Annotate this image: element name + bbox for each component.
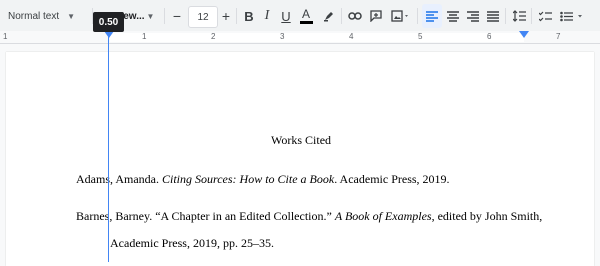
toolbar-divider	[417, 8, 418, 24]
toolbar-divider	[341, 8, 342, 24]
toolbar-divider	[531, 8, 532, 24]
citation-entry[interactable]: Barnes, Barney. “A Chapter in an Edited …	[76, 209, 542, 224]
ruler-number: 1	[3, 32, 8, 41]
citation-author-chapter: Barnes, Barney. “A Chapter in an Edited …	[76, 209, 335, 223]
ruler-number: 5	[418, 32, 423, 41]
paragraph-style-select[interactable]: Normal text ▼	[8, 4, 88, 28]
bold-button[interactable]: B	[240, 4, 258, 28]
citation-entry[interactable]: Adams, Amanda. Citing Sources: How to Ci…	[76, 172, 450, 187]
toolbar-divider	[505, 8, 506, 24]
bullet-list-icon[interactable]	[558, 4, 586, 28]
citation-details: . Academic Press, 2019.	[334, 172, 450, 186]
horizontal-ruler[interactable]: 1 1 2 3 4 5 6 7	[0, 31, 600, 44]
comment-icon[interactable]	[367, 4, 385, 28]
checklist-icon[interactable]	[536, 4, 554, 28]
decrease-font-size-button[interactable]: −	[169, 4, 185, 28]
chevron-down-icon: ▼	[67, 11, 76, 21]
left-indent-marker[interactable]	[104, 31, 114, 38]
citation-editor: , edited by John Smith,	[431, 209, 543, 223]
indent-tooltip: 0.50	[93, 12, 124, 32]
ruler-number: 6	[487, 32, 492, 41]
paragraph-style-label: Normal text	[8, 10, 60, 22]
align-center-icon[interactable]	[444, 4, 462, 28]
text-color-swatch	[299, 21, 313, 24]
underline-button[interactable]: U	[277, 4, 295, 28]
ruler-number: 1	[142, 32, 147, 41]
ruler-number: 7	[556, 32, 561, 41]
citation-author: Adams, Amanda.	[76, 172, 162, 186]
link-icon[interactable]	[346, 4, 364, 28]
text-color-icon: A	[301, 7, 310, 21]
citation-continuation[interactable]: Academic Press, 2019, pp. 25–35.	[110, 236, 274, 251]
ruler-number: 2	[211, 32, 216, 41]
ruler-number: 3	[280, 32, 285, 41]
toolbar-divider	[236, 8, 237, 24]
font-size-input[interactable]: 12	[188, 6, 218, 28]
justify-icon[interactable]	[484, 4, 502, 28]
text-color-button[interactable]: A	[297, 4, 315, 28]
highlight-icon[interactable]	[320, 4, 338, 28]
align-right-icon[interactable]	[464, 4, 482, 28]
citation-title: Citing Sources: How to Cite a Book	[162, 172, 335, 186]
align-left-icon[interactable]	[422, 4, 442, 28]
citation-title: A Book of Examples	[334, 209, 432, 223]
works-cited-heading[interactable]: Works Cited	[271, 133, 331, 148]
indent-guide-line	[108, 31, 109, 262]
ruler-text-area	[110, 33, 524, 42]
image-icon[interactable]	[388, 4, 414, 28]
italic-button[interactable]: I	[258, 4, 276, 28]
line-spacing-icon[interactable]	[510, 4, 528, 28]
increase-font-size-button[interactable]: +	[218, 4, 234, 28]
toolbar-divider	[164, 8, 165, 24]
right-indent-marker[interactable]	[519, 31, 529, 38]
toolbar: Normal text ▼ New... ▼ − 12 + B I U A	[0, 0, 600, 31]
chevron-down-icon: ▼	[146, 11, 155, 21]
document-page[interactable]	[6, 52, 594, 266]
ruler-number: 4	[349, 32, 354, 41]
